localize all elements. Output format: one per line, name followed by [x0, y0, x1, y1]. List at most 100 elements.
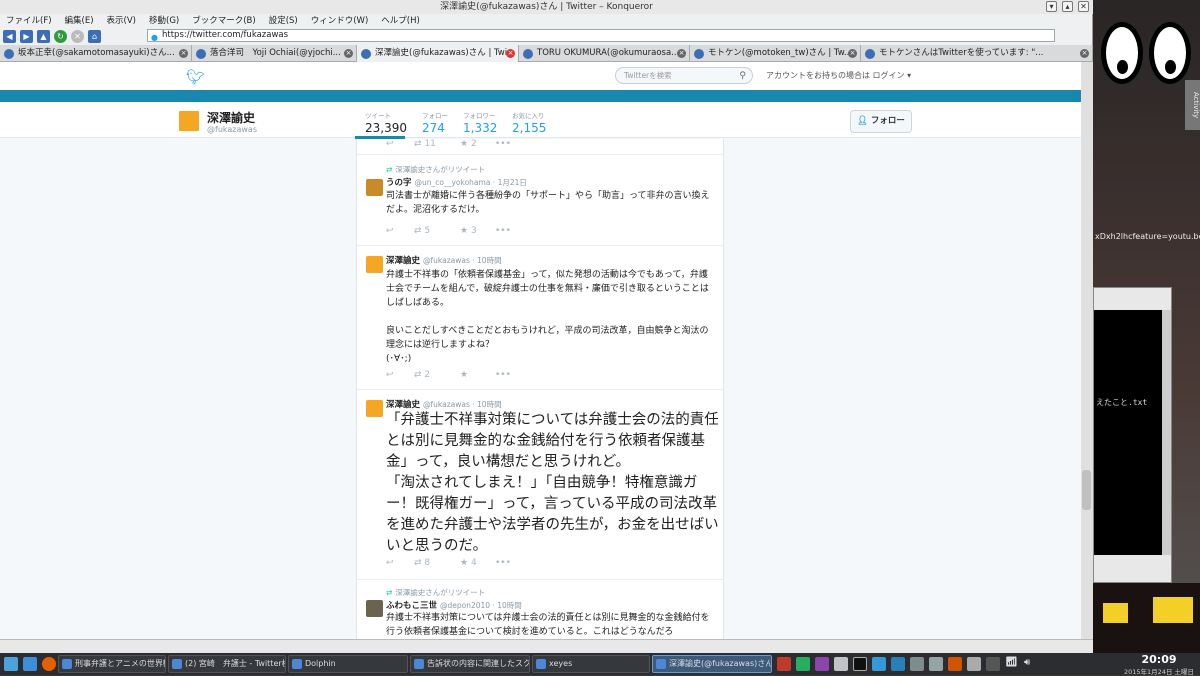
task-item[interactable]: Dolphin — [288, 655, 408, 673]
folder-icon[interactable] — [872, 657, 886, 671]
app-icon[interactable] — [986, 657, 1000, 671]
minimize-button[interactable]: ▾ — [1046, 1, 1057, 12]
tab-close-icon[interactable]: × — [848, 49, 857, 58]
retweet-button[interactable]: ⇄ 8 — [414, 558, 460, 568]
terminal-output[interactable] — [1094, 310, 1162, 555]
mail-icon[interactable] — [891, 657, 905, 671]
more-icon[interactable]: ••• — [495, 558, 511, 568]
tweet-item[interactable]: 深澤諭史 @fukazawas · 10時間 弁護士不祥事の「依頼者保護基金」って… — [357, 246, 723, 390]
tab-close-icon[interactable]: × — [677, 49, 686, 58]
menu-help[interactable]: ヘルプ(H) — [381, 14, 420, 28]
profile-avatar[interactable] — [177, 109, 201, 133]
clock[interactable]: 20:09 2015年1月24日 土曜日 — [1124, 654, 1194, 676]
menu-edit[interactable]: 編集(E) — [65, 14, 94, 28]
menu-bookmarks[interactable]: ブックマーク(B) — [192, 14, 255, 28]
menu-settings[interactable]: 設定(S) — [269, 14, 298, 28]
show-desktop-icon[interactable] — [23, 657, 37, 671]
maximize-button[interactable]: ▴ — [1062, 1, 1073, 12]
tweet-author[interactable]: ふわもこ三世 @depon2010 · 10時間 — [386, 599, 522, 611]
menu-file[interactable]: ファイル(F) — [6, 14, 52, 28]
retweet-button[interactable]: ⇄ 11 — [414, 139, 460, 149]
stat-followers[interactable]: フォロワー 1,332 — [463, 110, 497, 135]
app-icon[interactable] — [948, 657, 962, 671]
more-icon[interactable]: ••• — [495, 226, 511, 236]
app-icon[interactable] — [967, 657, 981, 671]
tab-close-icon[interactable]: × — [1080, 49, 1089, 58]
search-icon[interactable]: ⚲ — [739, 69, 746, 84]
reply-icon[interactable]: ↩ — [386, 226, 414, 236]
stat-favorites[interactable]: お気に入り 2,155 — [512, 110, 546, 135]
app-icon[interactable] — [777, 657, 791, 671]
app-icon[interactable] — [815, 657, 829, 671]
profile-name[interactable]: 深澤諭史 — [207, 109, 255, 126]
tab-motoken-status[interactable]: モトケンさんはTwitterを使っています: "... × — [861, 45, 1093, 62]
task-item[interactable]: (2) 宮崎 弁護士 - Twitter検... — [168, 655, 286, 673]
clipboard-icon[interactable] — [929, 657, 943, 671]
reply-icon[interactable]: ↩ — [386, 558, 414, 568]
favorite-button[interactable]: ★ 4 — [460, 558, 495, 568]
app-icon[interactable] — [910, 657, 924, 671]
task-item[interactable]: 刑事弁護とアニメの世界観... — [58, 655, 166, 673]
login-link[interactable]: アカウントをお持ちの場合は ログイン ▾ — [766, 70, 911, 81]
page-viewport[interactable]: 🐦︎ Twitterを検索 ⚲ アカウントをお持ちの場合は ログイン ▾ 深澤諭… — [0, 62, 1081, 639]
terminal-icon[interactable] — [853, 657, 867, 671]
volume-icon[interactable]: 🔊︎ — [1024, 657, 1038, 671]
back-icon[interactable]: ◀ — [3, 29, 16, 43]
favorite-button[interactable]: ★ 2 — [460, 139, 495, 149]
more-icon[interactable]: ••• — [495, 370, 511, 380]
follow-button[interactable]: 👤︎ フォロー — [850, 110, 912, 133]
tweet-author[interactable]: うの字 @un_co__yokohama · 1月21日 — [386, 176, 527, 188]
vim-icon[interactable] — [796, 657, 810, 671]
close-button[interactable]: ✕ — [1078, 1, 1089, 12]
app-launcher-icon[interactable] — [4, 657, 18, 671]
tab-sakamoto[interactable]: 坂本正幸(@sakamotomasayuki)さん... × — [0, 45, 192, 62]
reply-icon[interactable]: ↩ — [386, 139, 414, 149]
network-icon[interactable]: 📶︎ — [1005, 657, 1019, 671]
url-input[interactable]: ● https://twitter.com/fukazawas — [147, 29, 1055, 42]
tweet-item[interactable]: ⇄ 深澤諭史さんがリツイート ふわもこ三世 @depon2010 · 10時間 弁護… — [357, 580, 723, 639]
menu-view[interactable]: 表示(V) — [107, 14, 136, 28]
tab-ochiai[interactable]: 落合洋司 Yoji Ochiai(@yjochi... × — [192, 45, 357, 62]
scrollbar-thumb[interactable] — [1082, 470, 1091, 510]
avatar[interactable] — [366, 400, 383, 417]
task-item[interactable]: xeyes — [532, 655, 650, 673]
favorite-button[interactable]: ★ — [460, 370, 495, 380]
reply-icon[interactable]: ↩ — [386, 370, 414, 380]
tweet-item[interactable]: ⇄ 深澤諭史さんがリツイート うの字 @un_co__yokohama · 1月21… — [357, 155, 723, 246]
forward-icon[interactable]: ▶ — [20, 29, 33, 43]
twitter-bird-icon[interactable]: 🐦︎ — [186, 68, 205, 86]
up-icon[interactable]: ▲ — [37, 29, 50, 43]
avatar[interactable] — [366, 179, 383, 196]
tab-close-icon[interactable]: × — [344, 49, 353, 58]
tweet-author[interactable]: 深澤諭史 @fukazawas · 10時間 — [386, 398, 502, 410]
stat-tweets[interactable]: ツイート 23,390 — [365, 110, 407, 135]
tab-fukazawa[interactable]: 深澤諭史(@fukazawas)さん | Twi... × — [357, 45, 519, 62]
task-item-active[interactable]: 深澤諭史(@fukazawas)さん... — [652, 655, 772, 673]
firefox-icon[interactable] — [42, 657, 56, 671]
search-input[interactable]: Twitterを検索 ⚲ — [615, 67, 753, 84]
reload-icon[interactable]: ↻ — [54, 29, 67, 43]
stop-icon[interactable]: ✕ — [71, 29, 84, 43]
tab-okumura[interactable]: TORU OKUMURA(@okumuraosa... × — [519, 45, 690, 62]
stat-following[interactable]: フォロー 274 — [422, 110, 448, 135]
activity-panel-tab[interactable]: Activity — [1185, 80, 1200, 130]
more-icon[interactable]: ••• — [495, 139, 511, 149]
home-icon[interactable]: ⌂ — [88, 29, 101, 43]
tab-close-icon[interactable]: × — [506, 49, 515, 58]
task-item[interactable]: 告訴状の内容に関連したスク... — [410, 655, 530, 673]
app-icon[interactable] — [834, 657, 848, 671]
favorite-button[interactable]: ★ 3 — [460, 226, 495, 236]
terminal-scrollbar[interactable] — [1162, 310, 1171, 555]
tweet-item[interactable]: ↩ ⇄ 11 ★ 2 ••• — [357, 139, 723, 155]
tweet-author[interactable]: 深澤諭史 @fukazawas · 10時間 — [386, 254, 502, 266]
tab-motoken[interactable]: モトケン(@motoken_tw)さん | Tw... × — [690, 45, 861, 62]
window-titlebar[interactable]: 深澤諭史(@fukazawas)さん | Twitter – Konqueror… — [0, 0, 1093, 14]
menu-go[interactable]: 移動(G) — [149, 14, 179, 28]
avatar[interactable] — [366, 600, 383, 617]
menu-window[interactable]: ウィンドウ(W) — [311, 14, 369, 28]
retweet-button[interactable]: ⇄ 5 — [414, 226, 460, 236]
tweet-item[interactable]: 深澤諭史 @fukazawas · 10時間 「弁護士不祥事対策については弁護士会… — [357, 390, 723, 580]
avatar[interactable] — [366, 256, 383, 273]
retweet-button[interactable]: ⇄ 2 — [414, 370, 460, 380]
tab-close-icon[interactable]: × — [179, 49, 188, 58]
